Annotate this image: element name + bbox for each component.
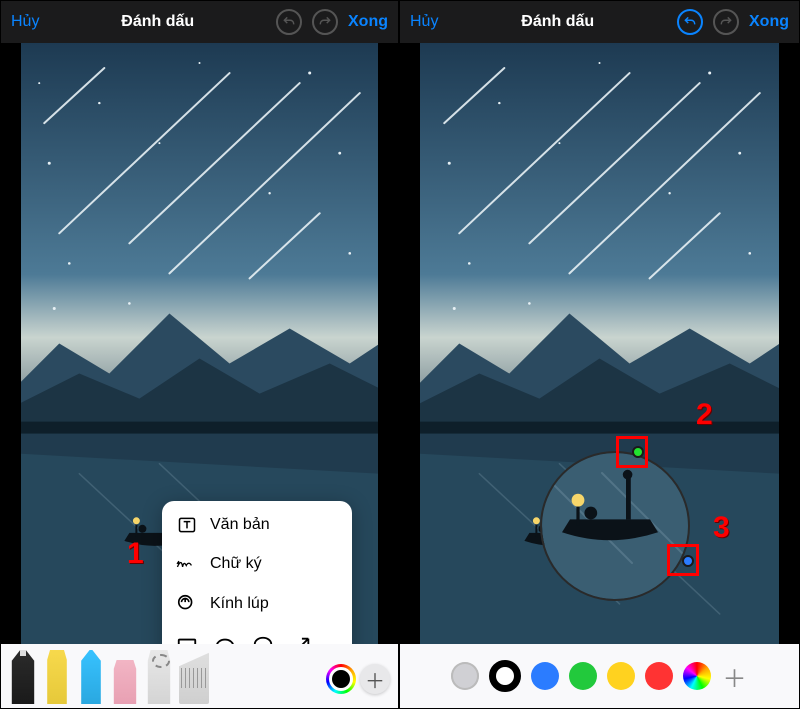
popup-label: Chữ ký <box>210 555 262 573</box>
top-bar: Hủy Đánh dấu Xong <box>1 1 398 43</box>
done-button[interactable]: Xong <box>749 13 789 31</box>
color-picker-button[interactable] <box>326 664 356 694</box>
add-shape-popup: Văn bản Chữ ký Kính lúp <box>162 501 352 644</box>
pen-tool[interactable] <box>9 650 37 704</box>
swatch-black[interactable] <box>489 660 521 692</box>
callout-2: 2 <box>696 398 713 432</box>
done-button[interactable]: Xong <box>348 13 388 31</box>
undo-button[interactable] <box>677 9 703 35</box>
swatch-background[interactable] <box>451 662 479 690</box>
signature-icon <box>176 555 198 573</box>
shape-rect-icon[interactable] <box>176 635 198 644</box>
pencil-tool[interactable] <box>77 650 105 704</box>
highlight-box <box>667 544 699 576</box>
canvas-left[interactable]: 1 Văn bản Chữ ký Kính lúp <box>21 43 378 644</box>
marker-tool[interactable] <box>43 650 71 704</box>
swatch-red[interactable] <box>645 662 673 690</box>
toolbar-right: ＋ <box>400 644 799 708</box>
canvas-right[interactable]: 2 3 <box>420 43 779 644</box>
swatch-yellow[interactable] <box>607 662 635 690</box>
popup-item-signature[interactable]: Chữ ký <box>162 545 352 583</box>
popup-label: Văn bản <box>210 516 270 534</box>
swatch-blue[interactable] <box>531 662 559 690</box>
page-title: Đánh dấu <box>521 13 594 31</box>
add-button[interactable]: ＋ <box>721 662 749 690</box>
shape-oval-icon[interactable] <box>214 635 236 644</box>
text-icon <box>176 515 198 535</box>
popup-label: Kính lúp <box>210 595 269 613</box>
popup-item-text[interactable]: Văn bản <box>162 505 352 545</box>
highlight-box <box>616 436 648 468</box>
redo-button <box>713 9 739 35</box>
cancel-button[interactable]: Hủy <box>410 13 438 31</box>
popup-shapes-row <box>162 625 352 644</box>
callout-1: 1 <box>127 537 144 571</box>
magnified-content <box>542 453 688 599</box>
top-bar: Hủy Đánh dấu Xong <box>400 1 799 43</box>
popup-item-magnifier[interactable]: Kính lúp <box>162 583 352 625</box>
eraser-tool[interactable] <box>111 660 139 704</box>
cancel-button[interactable]: Hủy <box>11 13 39 31</box>
shape-arrow-icon[interactable] <box>290 635 312 644</box>
shape-bubble-icon[interactable] <box>252 635 274 644</box>
swatch-rainbow[interactable] <box>683 662 711 690</box>
undo-button <box>276 9 302 35</box>
add-button[interactable]: ＋ <box>360 664 390 694</box>
swatch-green[interactable] <box>569 662 597 690</box>
ruler-tool[interactable] <box>179 650 209 704</box>
page-title: Đánh dấu <box>121 13 194 31</box>
toolbar-left: ＋ <box>1 644 398 708</box>
magnifier-icon <box>176 593 198 615</box>
lasso-tool[interactable] <box>145 650 173 704</box>
callout-3: 3 <box>713 511 730 545</box>
magnifier-loupe[interactable] <box>540 451 690 601</box>
redo-button <box>312 9 338 35</box>
